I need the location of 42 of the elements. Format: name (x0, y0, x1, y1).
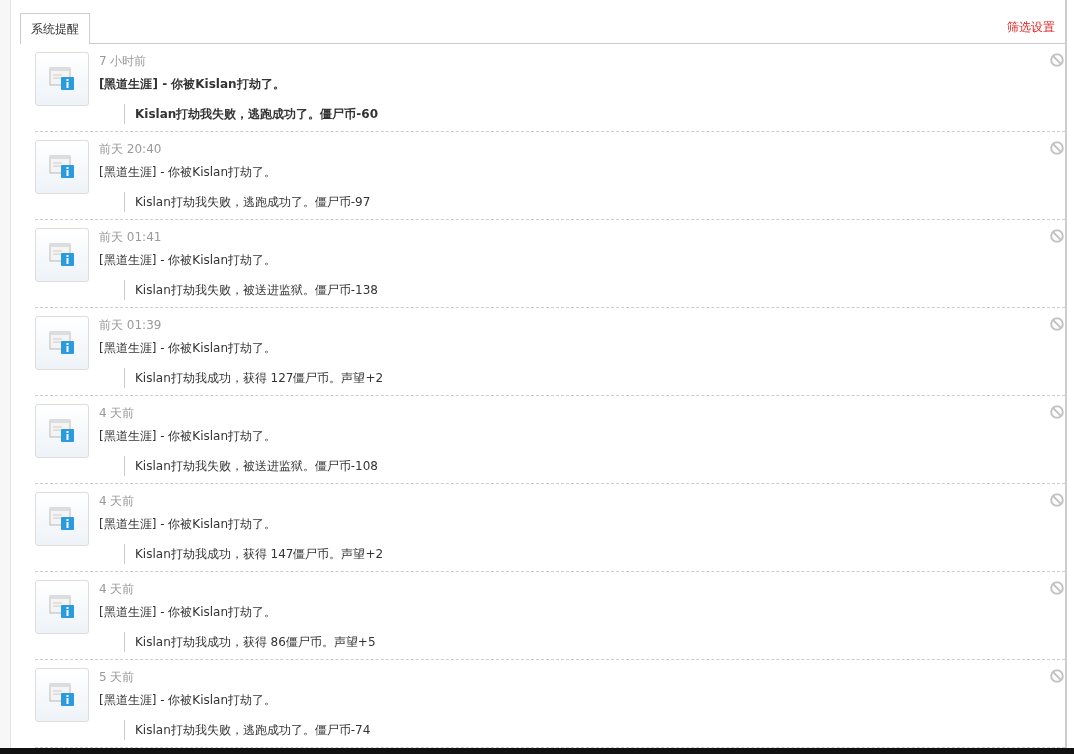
notice-detail: Kislan打劫我失败，逃跑成功了。僵尸币-60 (124, 104, 378, 124)
block-icon[interactable] (1050, 317, 1064, 331)
tab[interactable]: 系统提醒 (20, 13, 90, 44)
block-icon[interactable] (1050, 669, 1064, 683)
notice-title: [黑道生涯] - 你被Kislan打劫了。 (99, 428, 278, 444)
notice-time: 前天 01:41 (99, 229, 163, 245)
notice-time: 前天 20:40 (99, 141, 163, 157)
notice-title: [黑道生涯] - 你被Kislan打劫了。 (99, 604, 278, 620)
notice-time: 前天 01:39 (99, 317, 163, 333)
notice-title: [黑道生涯] - 你被Kislan打劫了。 (99, 164, 278, 180)
notice-detail: Kislan打劫我成功，获得 147僵尸币。声望+2 (124, 544, 384, 564)
notice-detail: Kislan打劫我失败，被送进监狱。僵尸币-108 (124, 456, 378, 476)
notice-icon (49, 67, 75, 91)
block-icon[interactable] (1050, 405, 1064, 419)
block-icon[interactable] (1050, 53, 1064, 67)
notice-icon (49, 155, 75, 179)
notice-detail: Kislan打劫我失败，被送进监狱。僵尸币-138 (124, 280, 378, 300)
notice-title: [黑道生涯] - 你被Kislan打劫了。 (99, 76, 286, 92)
notice-title: [黑道生涯] - 你被Kislan打劫了。 (99, 340, 278, 356)
notice-icon (49, 331, 75, 355)
block-icon[interactable] (1050, 229, 1064, 243)
notice-time: 4 天前 (99, 493, 136, 509)
filter-settings-link[interactable]: 筛选设置 (1007, 19, 1055, 36)
block-icon[interactable] (1050, 141, 1064, 155)
notice-title: [黑道生涯] - 你被Kislan打劫了。 (99, 516, 278, 532)
notice-detail: Kislan打劫我成功，获得 86僵尸币。声望+5 (124, 632, 376, 652)
block-icon[interactable] (1050, 493, 1064, 507)
notice-title: [黑道生涯] - 你被Kislan打劫了。 (99, 252, 278, 268)
notice-time: 4 天前 (99, 405, 136, 421)
notice-title: [黑道生涯] - 你被Kislan打劫了。 (99, 692, 278, 708)
notice-time: 4 天前 (99, 581, 136, 597)
block-icon[interactable] (1050, 581, 1064, 595)
notice-detail: Kislan打劫我成功，获得 127僵尸币。声望+2 (124, 368, 384, 388)
notice-icon (49, 595, 75, 619)
notice-detail: Kislan打劫我失败，逃跑成功了。僵尸币-97 (124, 192, 371, 212)
notice-icon (49, 419, 75, 443)
notice-time: 7 小时前 (99, 53, 148, 69)
notice-detail: Kislan打劫我失败，逃跑成功了。僵尸币-74 (124, 720, 371, 740)
notice-icon (49, 507, 75, 531)
notice-icon (49, 243, 75, 267)
notice-time: 5 天前 (99, 669, 136, 685)
notice-icon (49, 683, 75, 707)
